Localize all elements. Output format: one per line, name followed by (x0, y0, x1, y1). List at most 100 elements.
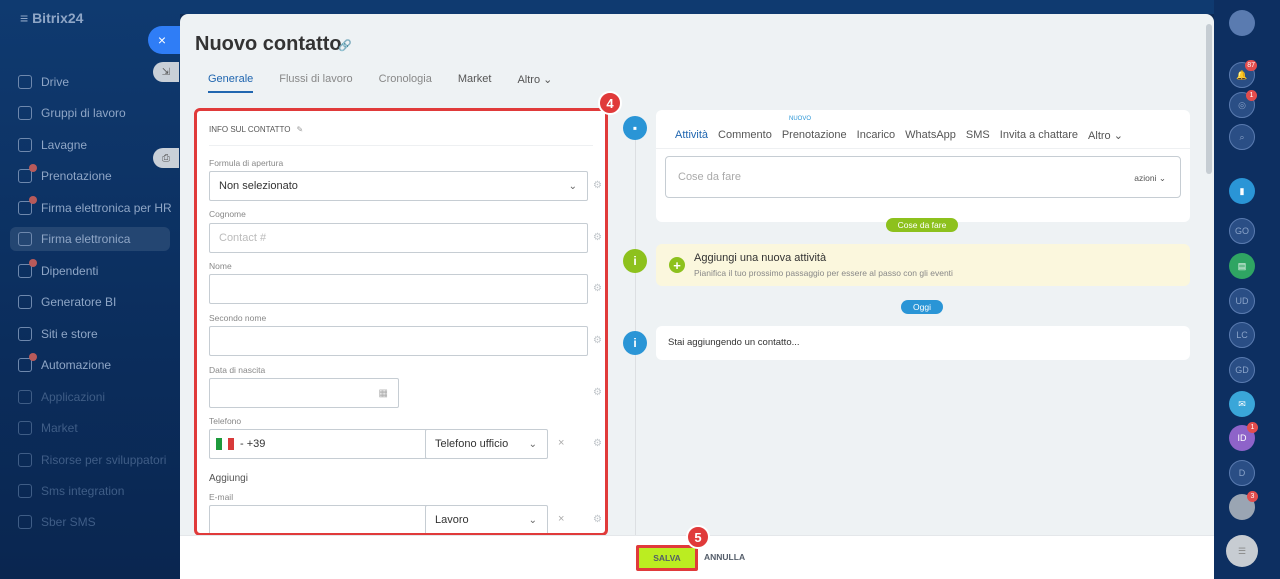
tab-altro[interactable]: Altro ⌄ (517, 73, 552, 93)
tab-whatsapp[interactable]: WhatsApp (905, 129, 956, 142)
notifications-badge: 87 (1245, 60, 1257, 71)
sidebar-item[interactable]: Applicazioni (18, 385, 105, 409)
remove-email-icon[interactable]: × (558, 513, 564, 525)
contact-slider-panel: Nuovo contatto 🔗 Generale Flussi di lavo… (180, 14, 1214, 579)
sidebar-item[interactable]: Firma elettronica (10, 227, 170, 251)
avatar-lc[interactable]: LC (1229, 322, 1255, 348)
cancel-button[interactable]: ANNULLA (704, 552, 745, 562)
sidebar-item-icon (18, 390, 32, 404)
tab-sms[interactable]: SMS (966, 129, 990, 142)
sidebar-item-icon (18, 106, 32, 120)
gear-icon[interactable]: ⚙ (593, 336, 603, 346)
sidebar-item-label: Applicazioni (41, 390, 106, 404)
user-avatar-photo[interactable]: 3 (1229, 491, 1258, 520)
email-label: E-mail (209, 492, 234, 502)
sidebar-badge (29, 353, 37, 361)
sidebar-item[interactable]: Generatore BI (18, 290, 116, 314)
phone-input[interactable]: - +39 (209, 429, 430, 459)
close-slider-button[interactable]: × (148, 26, 180, 54)
tab-prenotazione[interactable]: Prenotazione (782, 129, 847, 142)
new-badge: NUOVO (789, 116, 812, 122)
sidebar-item[interactable]: Lavagne (18, 133, 87, 157)
salutation-select[interactable]: Non selezionato ⌄ (209, 171, 588, 201)
tab-attivita[interactable]: Attività (675, 129, 708, 142)
remove-phone-icon[interactable]: × (558, 437, 564, 449)
actions-dropdown[interactable]: azioni ⌄ (1134, 173, 1166, 184)
minimize-button[interactable]: ⇲ (153, 62, 179, 82)
birthdate-label: Data di nascita (209, 365, 266, 375)
edit-pencil-icon[interactable]: ✎ (296, 125, 303, 134)
search-icon[interactable]: ⌕ (1229, 124, 1255, 150)
calendar-icon[interactable]: ▦ (379, 388, 388, 399)
avatar-gd[interactable]: GD (1229, 357, 1255, 383)
tab-flussi-di-lavoro[interactable]: Flussi di lavoro (279, 73, 352, 93)
gear-icon[interactable]: ⚙ (593, 515, 603, 525)
tab-invita-a-chattare[interactable]: Invita a chattare (1000, 129, 1078, 142)
sidebar-item[interactable]: Sber SMS (18, 510, 96, 534)
activity-composer: Attività Commento Prenotazione Incarico … (656, 110, 1190, 222)
sidebar-item[interactable]: Siti e store (18, 322, 98, 346)
gear-icon[interactable]: ⚙ (593, 181, 603, 191)
sidebar-item[interactable]: Gruppi di lavoro (18, 101, 126, 125)
italy-flag-icon[interactable] (216, 438, 234, 450)
sidebar-item-label: Lavagne (41, 138, 88, 152)
sidebar-item-icon (18, 515, 32, 529)
sidebar-item[interactable]: Firma elettronica per HR (18, 196, 172, 220)
add-activity-card[interactable]: + Aggiungi una nuova attività Pianifica … (656, 244, 1190, 286)
birthdate-input[interactable]: ▦ (209, 378, 399, 408)
section-title: INFO SUL CONTATTO ✎ (209, 125, 304, 134)
tab-incarico[interactable]: Incarico (857, 129, 896, 142)
sidebar-item-icon (18, 421, 32, 435)
gear-icon[interactable]: ⚙ (593, 284, 603, 294)
sidebar-badge (29, 164, 37, 172)
app-logo[interactable]: ≡ Bitrix24 (20, 10, 83, 26)
copy-link-icon[interactable]: 🔗 (338, 39, 352, 52)
chat-icon[interactable]: ✉ (1229, 391, 1255, 417)
sidebar-item[interactable]: Sms integration (18, 479, 124, 503)
tab-market[interactable]: Market (458, 73, 492, 93)
sidebar-item-label: Sber SMS (41, 515, 96, 529)
salutation-label: Formula di apertura (209, 158, 284, 168)
sidebar-item-label: Generatore BI (41, 295, 117, 309)
phone-type-select[interactable]: Telefono ufficio ⌄ (425, 429, 548, 459)
menu-icon[interactable]: ☰ (1226, 535, 1258, 567)
divider (209, 145, 593, 146)
notifications-icon[interactable]: 🔔 87 (1229, 60, 1257, 88)
avatar-go[interactable]: GO (1229, 218, 1255, 244)
sidebar-item[interactable]: Drive (18, 70, 69, 94)
sidebar-item[interactable]: Automazione (18, 353, 111, 377)
save-button[interactable]: SALVA (636, 545, 698, 571)
avatar-id[interactable]: ID 1 (1229, 422, 1258, 451)
tab-altro[interactable]: Altro ⌄ (1088, 129, 1123, 142)
gear-icon[interactable]: ⚙ (593, 388, 603, 398)
last-name-label: Cognome (209, 209, 246, 219)
activity-stream-icon[interactable]: ◎ 1 (1229, 90, 1257, 118)
last-name-input[interactable]: Contact # (209, 223, 588, 253)
email-input[interactable] (209, 505, 430, 533)
sidebar-item-icon (18, 75, 32, 89)
todo-input[interactable]: Cose da fare azioni ⌄ (665, 156, 1181, 198)
user-avatar[interactable] (1229, 10, 1255, 36)
sidebar-item[interactable]: Risorse per sviluppatori (18, 448, 166, 472)
first-name-input[interactable] (209, 274, 588, 304)
tab-cronologia[interactable]: Cronologia (379, 73, 432, 93)
sidebar-item-icon (18, 327, 32, 341)
tab-commento[interactable]: Commento (718, 129, 772, 142)
add-phone-link[interactable]: Aggiungi (209, 473, 248, 484)
scrollbar[interactable] (1206, 24, 1212, 174)
sidebar-item[interactable]: Market (18, 416, 78, 440)
gear-icon[interactable]: ⚙ (593, 439, 603, 449)
sidebar-item[interactable]: Prenotazione (18, 164, 112, 188)
gear-icon[interactable]: ⚙ (593, 233, 603, 243)
middle-name-input[interactable] (209, 326, 588, 356)
sidebar-item[interactable]: Dipendenti (18, 259, 98, 283)
email-type-select[interactable]: Lavoro ⌄ (425, 505, 548, 533)
avatar-d[interactable]: D (1229, 460, 1255, 486)
contact-card-icon[interactable]: ▤ (1229, 253, 1255, 279)
bookmark-icon[interactable]: ▮ (1229, 178, 1255, 204)
print-button[interactable]: ⎙ (153, 148, 179, 168)
todo-section-pill: Cose da fare (886, 218, 958, 232)
plus-icon[interactable]: + (669, 257, 685, 273)
tab-generale[interactable]: Generale (208, 73, 254, 93)
avatar-ud[interactable]: UD (1229, 288, 1255, 314)
